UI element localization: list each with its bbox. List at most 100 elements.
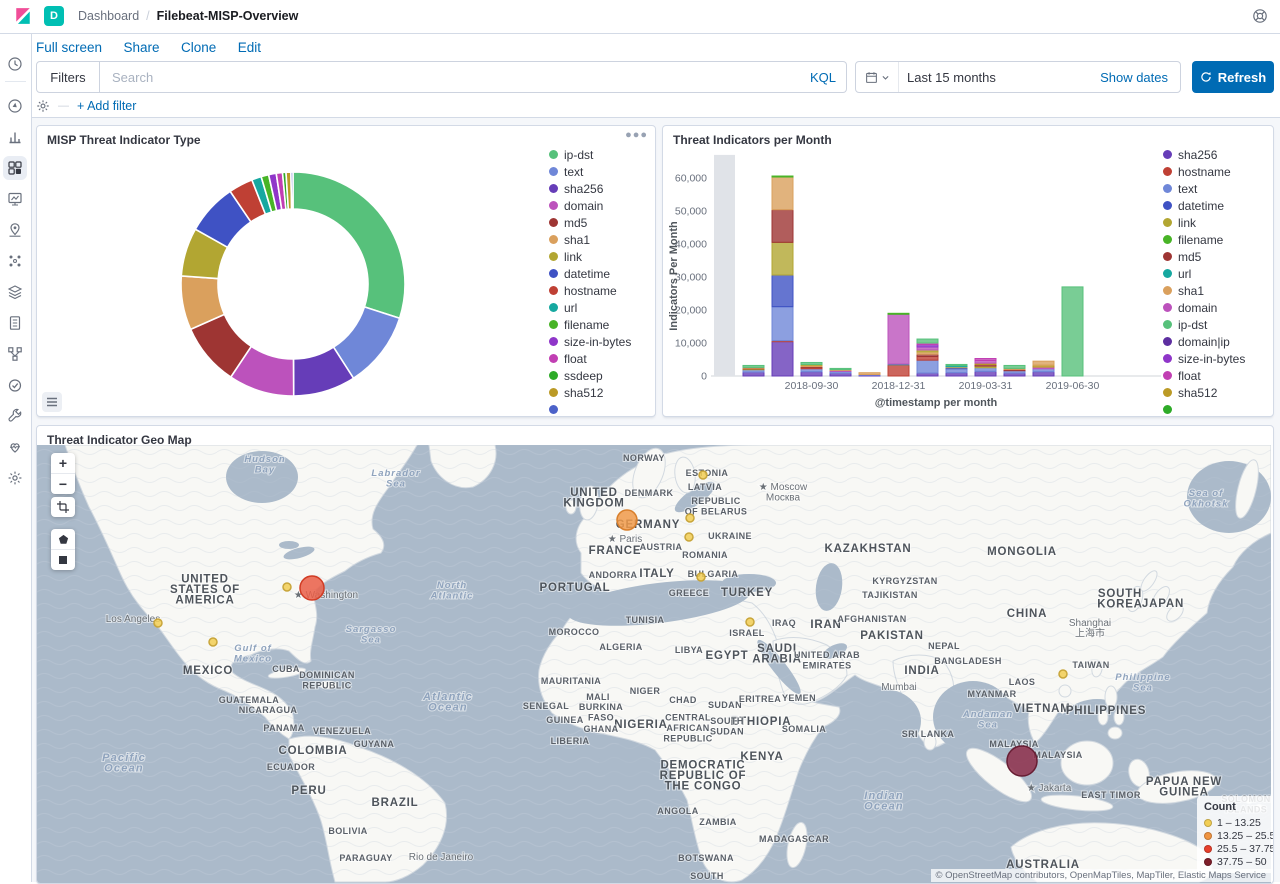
- bar-segment-text[interactable]: [946, 369, 967, 373]
- bar-segment-datetime[interactable]: [772, 275, 793, 307]
- time-range-value[interactable]: Last 15 months: [899, 70, 1100, 85]
- point-small[interactable]: [283, 583, 291, 591]
- draw-polygon-button[interactable]: [51, 529, 75, 549]
- show-dates-button[interactable]: Show dates: [1100, 70, 1180, 85]
- bar-segment-sha256[interactable]: [1033, 372, 1054, 376]
- bar-segment-text[interactable]: [772, 307, 793, 341]
- legend-item-size-in-bytes[interactable]: size-in-bytes: [1163, 350, 1245, 367]
- sidebar-item-recently-viewed[interactable]: [3, 52, 27, 76]
- sidebar-item-logs[interactable]: [3, 311, 27, 335]
- bar-segment-filename[interactable]: [772, 176, 793, 177]
- bar-segment-ip-dst[interactable]: [743, 365, 764, 367]
- bar-segment-ip-dst[interactable]: [1062, 287, 1083, 376]
- bar-segment-sha256[interactable]: [801, 372, 822, 376]
- legend-item-hostname[interactable]: hostname: [549, 282, 631, 299]
- bar-segment-sha256[interactable]: [743, 372, 764, 376]
- bar-segment-ip-dst[interactable]: [917, 339, 938, 343]
- legend-item-sha1[interactable]: sha1: [1163, 282, 1245, 299]
- bar-segment-md5[interactable]: [772, 210, 793, 243]
- breadcrumb-section[interactable]: Dashboard: [78, 9, 139, 23]
- legend-item-md5[interactable]: md5: [549, 214, 631, 231]
- help-icon[interactable]: [1252, 8, 1268, 24]
- crop-tool-button[interactable]: [51, 497, 75, 517]
- legend-item[interactable]: [1163, 401, 1245, 417]
- point-small[interactable]: [699, 471, 707, 479]
- legend-toggle-icon[interactable]: [42, 392, 62, 412]
- legend-item-url[interactable]: url: [549, 299, 631, 316]
- point-small[interactable]: [697, 573, 705, 581]
- sidebar-item-uptime[interactable]: [3, 373, 27, 397]
- bar-segment-sha256[interactable]: [975, 371, 996, 376]
- bar-segment-filename[interactable]: [888, 313, 909, 314]
- sidebar-item-stack-monitoring[interactable]: [3, 435, 27, 459]
- point-northwest-europe[interactable]: [617, 510, 637, 530]
- legend-item-sha256[interactable]: sha256: [549, 180, 631, 197]
- legend-item-filename[interactable]: filename: [549, 316, 631, 333]
- bar-segment-domain[interactable]: [888, 314, 909, 364]
- legend-item-sha512[interactable]: sha512: [1163, 384, 1245, 401]
- bar-segment-sha1[interactable]: [859, 373, 880, 375]
- legend-item-float[interactable]: float: [1163, 367, 1245, 384]
- point-malaysia[interactable]: [1007, 746, 1037, 776]
- sidebar-item-dashboard[interactable]: [3, 156, 27, 180]
- legend-item-sha256[interactable]: sha256: [1163, 146, 1245, 163]
- filter-settings-gear-icon[interactable]: [36, 99, 50, 113]
- legend-item-ip-dst[interactable]: ip-dst: [1163, 316, 1245, 333]
- bar-segment-text[interactable]: [917, 360, 938, 373]
- donut-slice-ip-dst[interactable]: [293, 172, 405, 318]
- panel-options-icon[interactable]: ●●●: [625, 129, 648, 141]
- legend-item-float[interactable]: float: [549, 350, 631, 367]
- bar-segment-hostname[interactable]: [917, 357, 938, 361]
- point-washington[interactable]: [300, 576, 324, 600]
- sidebar-item-infrastructure[interactable]: [3, 280, 27, 304]
- sidebar-item-visualize[interactable]: [3, 125, 27, 149]
- legend-item-ip-dst[interactable]: ip-dst: [549, 146, 631, 163]
- bar-segment-link[interactable]: [772, 242, 793, 275]
- legend-item-size-in-bytes[interactable]: size-in-bytes: [549, 333, 631, 350]
- donut-slice[interactable]: [291, 172, 293, 209]
- sidebar-item-maps[interactable]: [3, 218, 27, 242]
- edit-link[interactable]: Edit: [238, 40, 261, 55]
- bar-segment-ip-dst[interactable]: [1004, 365, 1025, 368]
- bar-segment-hostname[interactable]: [888, 365, 909, 376]
- point-small[interactable]: [686, 514, 694, 522]
- bar-segment-sha1[interactable]: [1033, 361, 1054, 365]
- legend-item-domain|ip[interactable]: domain|ip: [1163, 333, 1245, 350]
- legend-item[interactable]: [549, 401, 631, 417]
- draw-rectangle-button[interactable]: [51, 549, 75, 570]
- bar-segment-text[interactable]: [975, 368, 996, 372]
- calendar-button[interactable]: [856, 62, 899, 92]
- point-small[interactable]: [154, 619, 162, 627]
- zoom-out-button[interactable]: −: [51, 473, 75, 494]
- bar-partial-bucket[interactable]: [714, 155, 735, 376]
- share-link[interactable]: Share: [123, 40, 159, 55]
- legend-item-domain[interactable]: domain: [1163, 299, 1245, 316]
- legend-item-sha1[interactable]: sha1: [549, 231, 631, 248]
- point-small[interactable]: [685, 533, 693, 541]
- filters-button[interactable]: Filters: [36, 61, 100, 93]
- legend-item-ssdeep[interactable]: ssdeep: [549, 367, 631, 384]
- bar-segment-ip-dst[interactable]: [830, 368, 851, 369]
- legend-item-md5[interactable]: md5: [1163, 248, 1245, 265]
- clone-link[interactable]: Clone: [181, 40, 216, 55]
- point-small[interactable]: [746, 618, 754, 626]
- refresh-button[interactable]: Refresh: [1192, 61, 1274, 93]
- geo-map[interactable]: HudsonBayLabradorSeaNorthAtlanticSargass…: [37, 445, 1271, 883]
- full-screen-link[interactable]: Full screen: [36, 40, 102, 55]
- sidebar-item-discover[interactable]: [3, 94, 27, 118]
- search-input[interactable]: [110, 69, 810, 86]
- legend-item-link[interactable]: link: [549, 248, 631, 265]
- legend-item-text[interactable]: text: [1163, 180, 1245, 197]
- sidebar-item-dev-tools[interactable]: [3, 404, 27, 428]
- bar-segment-ip-dst[interactable]: [946, 364, 967, 365]
- bar-segment-ip-dst[interactable]: [801, 362, 822, 364]
- kibana-logo[interactable]: [14, 7, 32, 25]
- legend-item-hostname[interactable]: hostname: [1163, 163, 1245, 180]
- kql-button[interactable]: KQL: [810, 70, 836, 85]
- legend-item-text[interactable]: text: [549, 163, 631, 180]
- sidebar-item-management[interactable]: [3, 466, 27, 490]
- bar-segment-sha256[interactable]: [772, 342, 793, 376]
- legend-item-sha512[interactable]: sha512: [549, 384, 631, 401]
- legend-item-domain[interactable]: domain: [549, 197, 631, 214]
- sidebar-item-apm[interactable]: [3, 342, 27, 366]
